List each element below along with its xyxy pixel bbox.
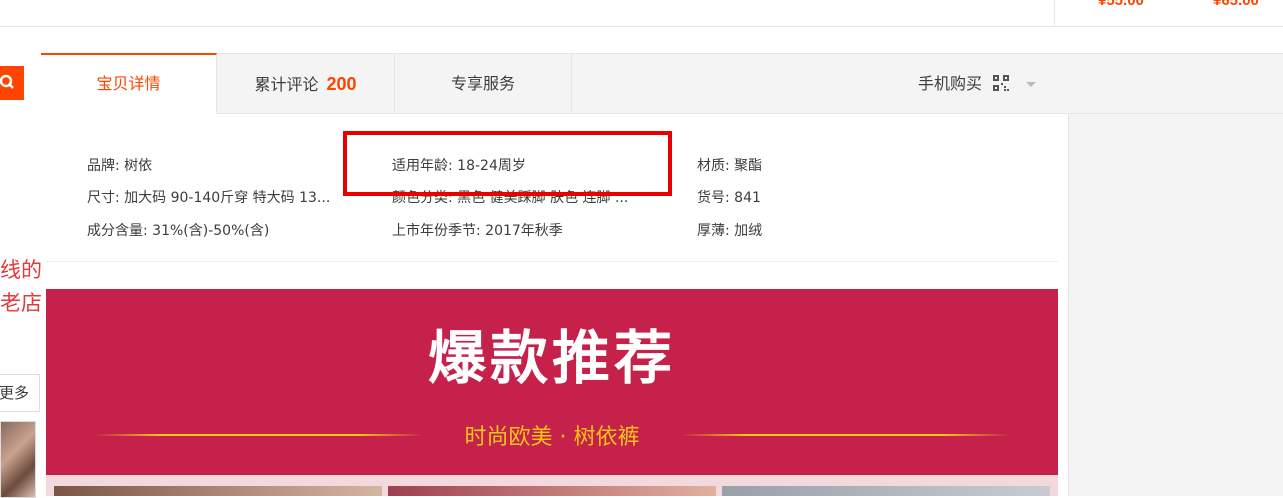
product-thumbnail[interactable] bbox=[0, 421, 36, 498]
tab-item-details[interactable]: 宝贝详情 bbox=[41, 53, 217, 114]
mobile-buy-button[interactable]: 手机购买 bbox=[918, 54, 1037, 114]
attr-composition: 成分含量: 31%(含)-50%(含) bbox=[87, 223, 270, 239]
tab-exclusive-service[interactable]: 专享服务 bbox=[395, 54, 572, 114]
promo-banner: 爆款推荐 时尚欧美 · 树依裤 bbox=[46, 289, 1058, 496]
tab-reviews[interactable]: 累计评论 200 bbox=[217, 54, 395, 114]
right-side-panel bbox=[1068, 114, 1283, 496]
detail-tab-bar: 宝贝详情 累计评论 200 专享服务 手机购买 bbox=[41, 53, 1283, 114]
review-count: 200 bbox=[326, 74, 357, 94]
banner-product-3[interactable] bbox=[722, 486, 1050, 496]
search-button[interactable] bbox=[0, 66, 24, 100]
chevron-down-icon bbox=[1026, 82, 1037, 87]
attributes-divider bbox=[46, 261, 1058, 262]
banner-title: 爆款推荐 bbox=[427, 324, 676, 392]
search-icon bbox=[0, 74, 14, 89]
tab-exclusive-service-label: 专享服务 bbox=[450, 74, 515, 93]
banner-product-2[interactable] bbox=[388, 486, 716, 496]
attr-item-no: 货号: 841 bbox=[697, 190, 761, 206]
banner-product-1[interactable] bbox=[54, 486, 382, 496]
highlight-box bbox=[343, 131, 672, 196]
shop-slogan-line-1: 线的 bbox=[0, 258, 42, 282]
top-divider bbox=[1054, 0, 1055, 26]
top-strip: ¥55.00 ¥65.00 bbox=[0, 0, 1283, 27]
attr-size: 尺寸: 加大码 90-140斤穿 特大码 13... bbox=[87, 190, 331, 206]
shop-slogan-line-2: 老店 bbox=[0, 291, 42, 315]
qr-code-icon bbox=[993, 75, 1010, 91]
attr-thickness: 厚薄: 加绒 bbox=[697, 223, 763, 239]
more-button[interactable]: 更多> bbox=[0, 374, 40, 438]
mobile-buy-label: 手机购买 bbox=[918, 74, 983, 93]
banner-line-right bbox=[680, 434, 1010, 436]
tab-item-details-label: 宝贝详情 bbox=[96, 74, 161, 93]
price-1: ¥55.00 bbox=[1098, 0, 1144, 9]
attr-season: 上市年份季节: 2017年秋季 bbox=[392, 223, 563, 239]
attr-material: 材质: 聚酯 bbox=[697, 158, 763, 174]
price-2: ¥65.00 bbox=[1213, 0, 1259, 9]
attr-brand: 品牌: 树依 bbox=[87, 158, 153, 174]
tab-reviews-label: 累计评论 bbox=[254, 75, 319, 94]
